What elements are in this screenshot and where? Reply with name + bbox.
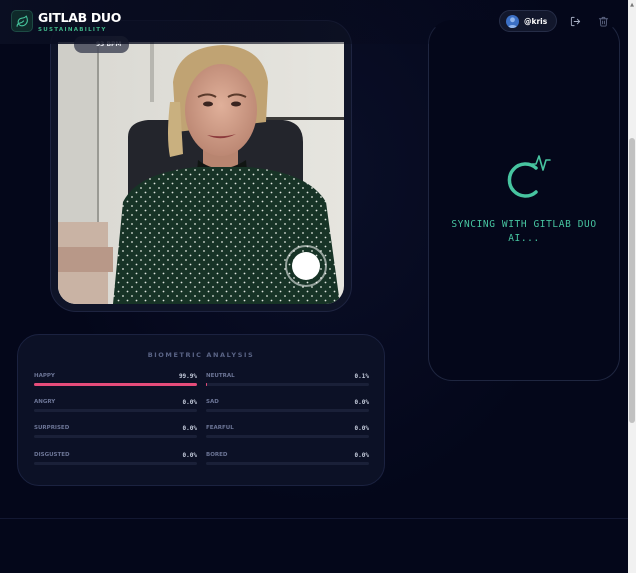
emotion-label: DISGUSTED xyxy=(34,452,70,458)
emotion-bar xyxy=(34,383,197,386)
emotion-value: 0.0% xyxy=(354,425,369,432)
emotion-row: SURPRISED 0.0% xyxy=(34,425,197,439)
footer-divider xyxy=(0,518,628,519)
emotion-label: SURPRISED xyxy=(34,425,70,431)
emotion-row: DISGUSTED 0.0% xyxy=(34,452,197,466)
emotion-bar xyxy=(34,435,197,438)
emotion-bar xyxy=(206,435,369,438)
trash-icon[interactable] xyxy=(596,14,610,28)
sync-status-line2: AI... xyxy=(508,233,540,244)
scroll-up-arrow-icon[interactable]: ▲ xyxy=(628,0,636,10)
logout-icon[interactable] xyxy=(568,14,582,28)
emotion-label: NEUTRAL xyxy=(206,373,235,379)
brand-subtitle: SUSTAINABILITY xyxy=(38,27,107,33)
biometric-title: BIOMETRIC ANALYSIS xyxy=(147,351,255,359)
emotion-value: 0.0% xyxy=(354,399,369,406)
page-scrollbar[interactable]: ▲ xyxy=(628,0,636,573)
leaf-icon xyxy=(11,10,33,32)
sync-status-text: SYNCING WITH GITLAB DUO AI... xyxy=(440,218,608,246)
emotion-row: NEUTRAL 0.1% xyxy=(206,373,369,387)
app-page: GITLAB DUO SUSTAINABILITY @kris 93 BPM S… xyxy=(0,0,636,573)
emotion-value: 0.0% xyxy=(182,399,197,406)
emotion-row: ANGRY 0.0% xyxy=(34,399,197,413)
shutter-button-inner xyxy=(292,252,320,280)
scrollbar-thumb[interactable] xyxy=(629,138,635,423)
sync-pulse-icon xyxy=(500,150,556,200)
emotion-row: BORED 0.0% xyxy=(206,452,369,466)
emotion-bar xyxy=(206,462,369,465)
user-name: @kris xyxy=(524,16,548,26)
emotion-row: FEARFUL 0.0% xyxy=(206,425,369,439)
emotion-value: 0.0% xyxy=(182,452,197,459)
emotion-bar xyxy=(206,409,369,412)
sync-status-line1: SYNCING WITH GITLAB DUO xyxy=(451,219,597,230)
emotion-label: HAPPY xyxy=(34,373,55,379)
emotion-bar xyxy=(206,383,369,386)
emotion-label: ANGRY xyxy=(34,399,56,405)
emotion-label: BORED xyxy=(206,452,228,458)
emotion-value: 0.1% xyxy=(354,373,369,380)
emotion-bar xyxy=(34,409,197,412)
emotion-label: FEARFUL xyxy=(206,425,234,431)
app-header: GITLAB DUO SUSTAINABILITY @kris xyxy=(0,0,628,44)
emotion-value: 0.0% xyxy=(354,452,369,459)
emotion-label: SAD xyxy=(206,399,219,405)
brand-title: GITLAB DUO xyxy=(38,10,122,25)
shutter-button-icon[interactable] xyxy=(285,245,327,287)
emotion-value: 99.9% xyxy=(178,373,197,380)
sync-status-card xyxy=(428,20,620,381)
user-avatar-icon xyxy=(506,14,519,28)
emotion-value: 0.0% xyxy=(182,425,197,432)
emotion-bar-fill xyxy=(34,383,197,386)
user-profile-chip[interactable]: @kris xyxy=(499,10,557,32)
emotion-bar xyxy=(34,462,197,465)
emotion-row: SAD 0.0% xyxy=(206,399,369,413)
emotion-row: HAPPY 99.9% xyxy=(34,373,197,387)
